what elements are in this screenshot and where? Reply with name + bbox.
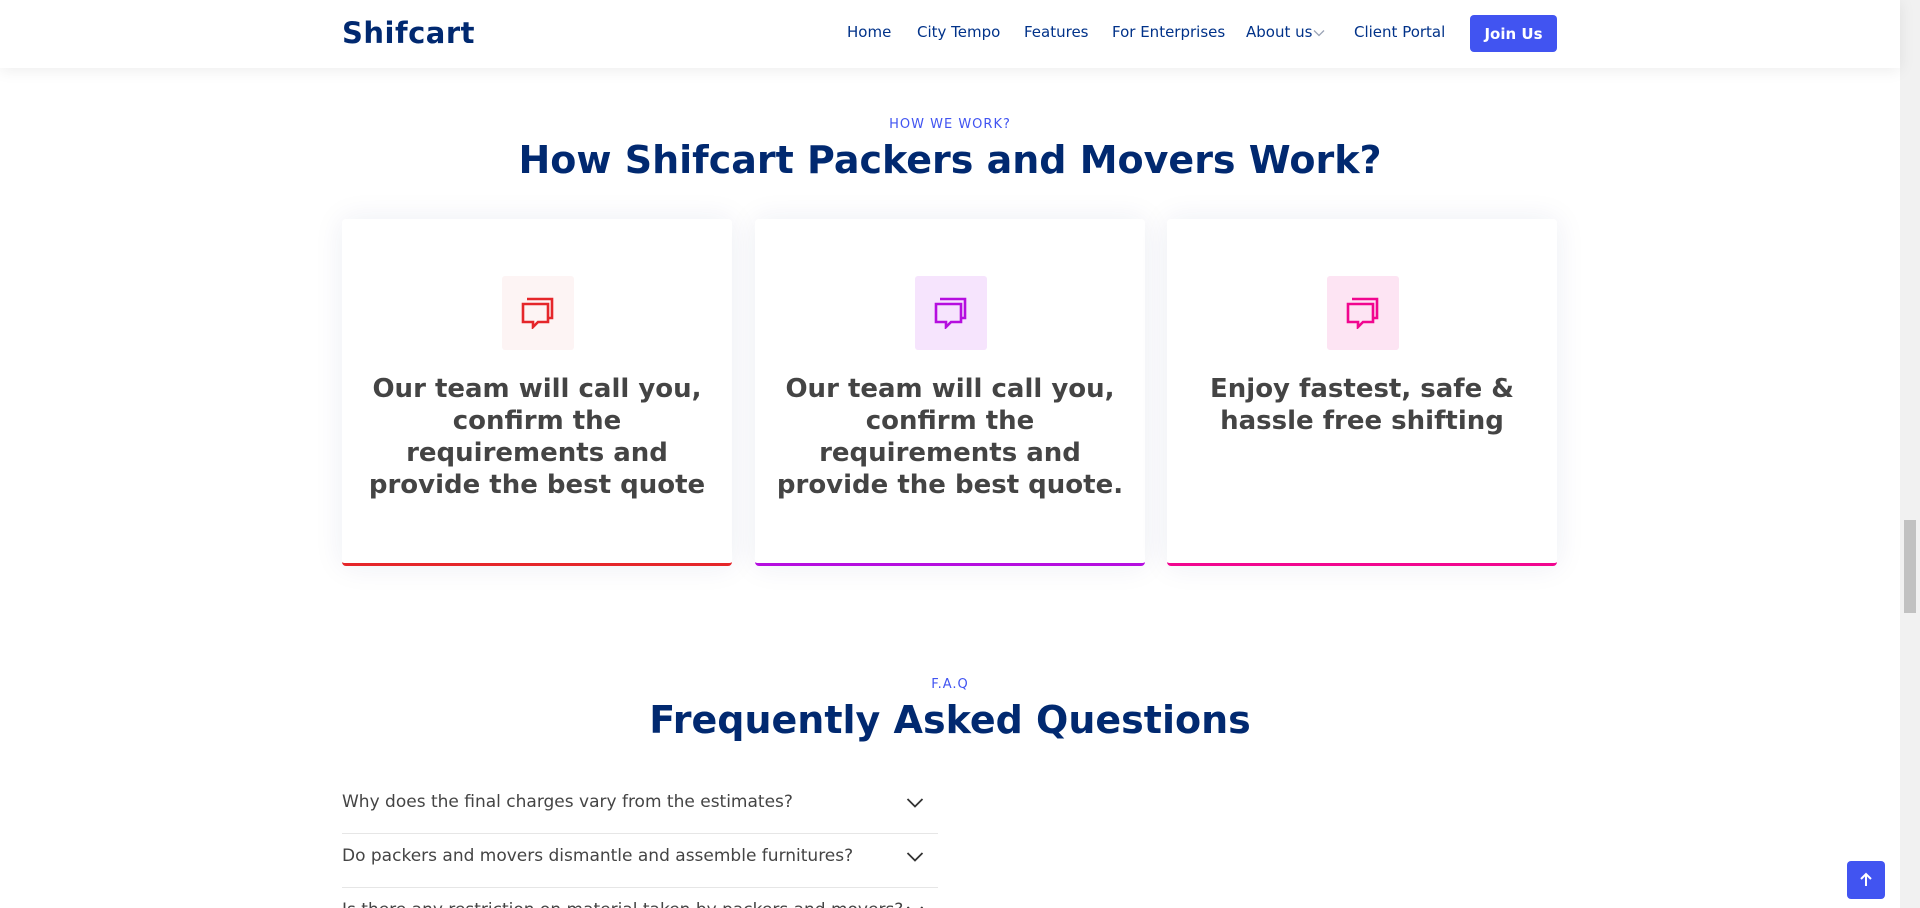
step-card-text: Our team will call you, confirm the requ… [368, 374, 706, 500]
chat-icon [915, 276, 987, 350]
nav-about-us[interactable]: About us [1246, 23, 1312, 41]
faq-list: Why does the final charges vary from the… [342, 780, 938, 908]
faq-question[interactable]: Do packers and movers dismantle and asse… [342, 846, 853, 866]
join-us-button[interactable]: Join Us [1470, 15, 1557, 52]
step-card-text: Enjoy fastest, safe & hassle free shifti… [1210, 374, 1514, 436]
step-card-1: Our team will call you, confirm the requ… [342, 219, 732, 566]
faq-title: Frequently Asked Questions [649, 698, 1251, 742]
chat-icon [1327, 276, 1399, 350]
how-title: How Shifcart Packers and Movers Work? [518, 138, 1382, 182]
faq-item[interactable]: Is there any restriction on material tak… [342, 888, 938, 908]
nav-home[interactable]: Home [847, 23, 891, 41]
nav-features[interactable]: Features [1024, 23, 1089, 41]
step-card-2: Our team will call you, confirm the requ… [755, 219, 1145, 566]
nav-client-portal[interactable]: Client Portal [1354, 23, 1445, 41]
chevron-down-icon[interactable] [906, 797, 924, 809]
nav-for-enterprises[interactable]: For Enterprises [1112, 23, 1225, 41]
page-scrollbar[interactable] [1900, 0, 1920, 908]
faq-question[interactable]: Is there any restriction on material tak… [342, 900, 903, 908]
step-card-text: Our team will call you, confirm the requ… [776, 374, 1124, 500]
chevron-down-icon[interactable] [1313, 29, 1325, 37]
arrow-up-icon [1860, 872, 1872, 886]
chevron-down-icon[interactable] [906, 851, 924, 863]
chat-icon [502, 276, 574, 350]
site-header: Shifcart Home City Tempo Features For En… [0, 0, 1900, 68]
nav-city-tempo[interactable]: City Tempo [917, 23, 1000, 41]
faq-item[interactable]: Why does the final charges vary from the… [342, 780, 938, 834]
step-card-3: Enjoy fastest, safe & hassle free shifti… [1167, 219, 1557, 566]
logo[interactable]: Shifcart [342, 16, 475, 50]
how-eyebrow: HOW WE WORK? [889, 117, 1011, 132]
faq-question[interactable]: Why does the final charges vary from the… [342, 792, 793, 812]
back-to-top-button[interactable] [1847, 861, 1885, 899]
scrollbar-thumb[interactable] [1904, 520, 1916, 613]
faq-eyebrow: F.A.Q [931, 677, 969, 692]
faq-item[interactable]: Do packers and movers dismantle and asse… [342, 834, 938, 888]
